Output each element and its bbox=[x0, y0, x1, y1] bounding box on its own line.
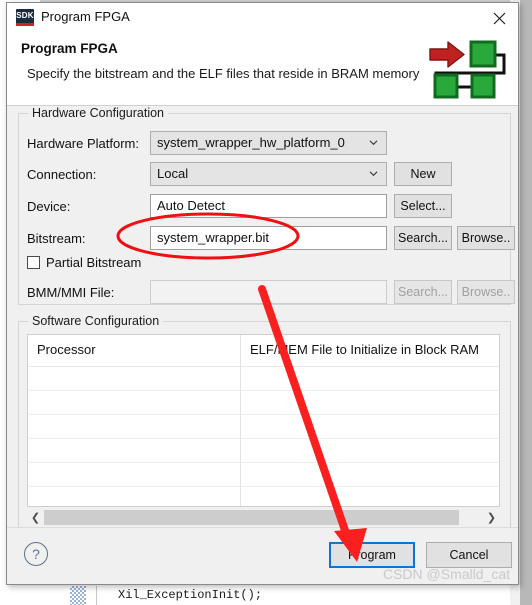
header-subtitle: Specify the bitstream and the ELF files … bbox=[27, 66, 420, 81]
bmm-mmi-browse-button: Browse.. bbox=[457, 280, 515, 304]
bmm-mmi-field[interactable] bbox=[150, 280, 387, 304]
table-body bbox=[28, 367, 499, 506]
table-column-header-elf-mem[interactable]: ELF/MEM File to Initialize in Block RAM bbox=[250, 342, 479, 357]
connection-combo[interactable]: Local bbox=[150, 162, 387, 186]
fpga-flow-icon bbox=[429, 40, 506, 99]
table-row[interactable] bbox=[28, 367, 499, 391]
partial-bitstream-checkbox[interactable]: Partial Bitstream bbox=[27, 255, 141, 270]
hardware-platform-label: Hardware Platform: bbox=[27, 136, 139, 151]
connection-value: Local bbox=[157, 166, 189, 181]
close-icon-glyph bbox=[493, 12, 505, 24]
connection-label: Connection: bbox=[27, 167, 97, 182]
editor-code-line: Xil_ExceptionInit(); bbox=[118, 588, 263, 602]
scrollbar-track[interactable] bbox=[44, 509, 483, 526]
dialog-header: Program FPGA Specify the bitstream and t… bbox=[7, 33, 518, 106]
table-header-row: Processor ELF/MEM File to Initialize in … bbox=[28, 335, 499, 367]
table-row[interactable] bbox=[28, 463, 499, 487]
software-configuration-title: Software Configuration bbox=[28, 314, 164, 328]
table-column-header-processor[interactable]: Processor bbox=[37, 342, 96, 357]
chevron-down-icon bbox=[369, 171, 378, 177]
table-horizontal-scrollbar[interactable]: ❮ ❯ bbox=[27, 509, 500, 526]
new-connection-button[interactable]: New bbox=[394, 162, 452, 186]
bitstream-search-button[interactable]: Search... bbox=[394, 226, 452, 250]
program-button[interactable]: Program bbox=[329, 542, 415, 568]
editor-gutter-separator bbox=[96, 586, 97, 605]
device-field[interactable]: Auto Detect bbox=[150, 194, 387, 218]
table-column-divider bbox=[240, 391, 241, 414]
table-row[interactable] bbox=[28, 439, 499, 463]
program-fpga-dialog: SDK Program FPGA Program FPGA Specify th… bbox=[6, 2, 519, 585]
dialog-title: Program FPGA bbox=[41, 9, 130, 24]
help-icon[interactable]: ? bbox=[24, 542, 48, 566]
hardware-platform-value: system_wrapper_hw_platform_0 bbox=[157, 135, 345, 150]
bmm-mmi-label: BMM/MMI File: bbox=[27, 285, 115, 300]
chevron-left-icon[interactable]: ❮ bbox=[27, 509, 44, 526]
bitstream-field[interactable]: system_wrapper.bit bbox=[150, 226, 387, 250]
software-config-table[interactable]: Processor ELF/MEM File to Initialize in … bbox=[27, 334, 500, 507]
table-column-divider bbox=[240, 439, 241, 462]
dialog-footer: ? Program Cancel CSDN @Smalld_cat bbox=[7, 527, 518, 584]
bitstream-browse-button[interactable]: Browse.. bbox=[457, 226, 515, 250]
table-column-divider bbox=[240, 487, 241, 506]
device-select-button[interactable]: Select... bbox=[394, 194, 452, 218]
cancel-button[interactable]: Cancel bbox=[426, 542, 512, 568]
bitstream-label: Bitstream: bbox=[27, 231, 86, 246]
watermark: CSDN @Smalld_cat bbox=[382, 566, 510, 582]
table-column-divider bbox=[240, 415, 241, 438]
close-icon[interactable] bbox=[486, 7, 512, 29]
table-row[interactable] bbox=[28, 487, 499, 506]
device-label: Device: bbox=[27, 199, 71, 214]
sdk-icon: SDK bbox=[16, 9, 34, 26]
chevron-down-icon bbox=[369, 140, 378, 146]
table-column-divider bbox=[240, 463, 241, 486]
scrollbar-thumb[interactable] bbox=[44, 510, 459, 525]
chevron-right-icon[interactable]: ❯ bbox=[483, 509, 500, 526]
dialog-titlebar: SDK Program FPGA bbox=[7, 3, 518, 33]
editor-gutter bbox=[70, 586, 86, 605]
hardware-configuration-title: Hardware Configuration bbox=[28, 106, 169, 120]
table-row[interactable] bbox=[28, 391, 499, 415]
header-title: Program FPGA bbox=[21, 41, 118, 56]
table-row[interactable] bbox=[28, 415, 499, 439]
table-column-divider[interactable] bbox=[240, 335, 241, 366]
partial-bitstream-label: Partial Bitstream bbox=[46, 255, 142, 270]
table-column-divider bbox=[240, 367, 241, 390]
checkbox-icon bbox=[27, 256, 40, 269]
bmm-mmi-search-button: Search... bbox=[394, 280, 452, 304]
hardware-platform-combo[interactable]: system_wrapper_hw_platform_0 bbox=[150, 131, 387, 155]
